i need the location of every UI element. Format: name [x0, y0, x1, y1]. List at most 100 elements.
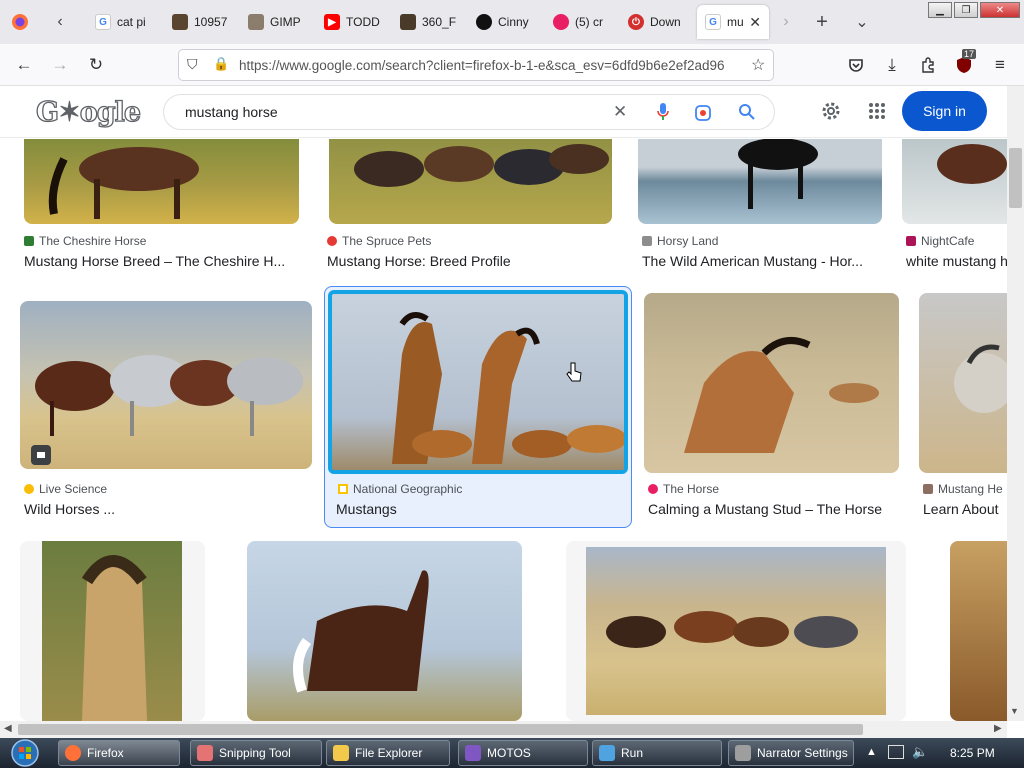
- result-image[interactable]: [919, 293, 1007, 473]
- source-label: The Spruce Pets: [342, 234, 432, 248]
- bookmark-star-icon[interactable]: ☆: [751, 55, 765, 75]
- result-title[interactable]: Mustangs: [336, 501, 626, 517]
- result-title[interactable]: white mustang h: [906, 253, 1007, 269]
- taskbar-file-explorer[interactable]: File Explorer: [326, 740, 450, 766]
- result-source[interactable]: Horsy Land: [642, 234, 886, 248]
- tab-label: Down: [650, 15, 681, 29]
- result-image[interactable]: [638, 139, 882, 224]
- tab-360f[interactable]: 360_F: [400, 5, 470, 39]
- result-title[interactable]: Wild Horses ...: [24, 501, 312, 517]
- tab-5-cr[interactable]: (5) cr: [553, 5, 623, 39]
- address-bar[interactable]: ⛉ 🔒 https://www.google.com/search?client…: [178, 49, 774, 81]
- lock-icon[interactable]: 🔒: [213, 56, 229, 72]
- vertical-scroll-thumb[interactable]: [1009, 148, 1022, 208]
- start-button[interactable]: [6, 738, 44, 768]
- show-hidden-icons-icon[interactable]: ▲: [866, 746, 877, 758]
- result-image[interactable]: [950, 541, 1007, 721]
- google-logo[interactable]: G✶ogle: [35, 96, 141, 128]
- horizontal-scrollbar[interactable]: ◀ ▶: [0, 721, 1007, 738]
- close-tab-icon[interactable]: ✕: [749, 14, 761, 31]
- taskbar-firefox[interactable]: Firefox: [58, 740, 180, 766]
- result-source[interactable]: Mustang He: [923, 482, 1007, 496]
- taskbar-label: Firefox: [87, 746, 124, 760]
- google-icon: G: [95, 14, 111, 30]
- list-tabs-icon[interactable]: ⌄: [850, 10, 874, 34]
- scroll-right-arrow-icon[interactable]: ▶: [994, 723, 1002, 734]
- search-input[interactable]: mustang horse: [185, 104, 278, 120]
- maximize-icon[interactable]: ❐: [954, 2, 978, 18]
- result-title[interactable]: Mustang Horse Breed – The Cheshire H...: [24, 253, 299, 269]
- back-icon[interactable]: ←: [12, 53, 36, 77]
- tab-label: cat pi: [117, 15, 146, 29]
- result-image[interactable]: [902, 139, 1007, 224]
- result-image[interactable]: [20, 541, 205, 721]
- result-image[interactable]: [20, 301, 312, 469]
- tab-10957[interactable]: 10957: [172, 5, 242, 39]
- scroll-left-arrow-icon[interactable]: ◀: [4, 723, 12, 734]
- source-label: Live Science: [39, 482, 108, 496]
- tab-gimp[interactable]: GIMP: [248, 5, 318, 39]
- taskbar-run[interactable]: Run: [592, 740, 722, 766]
- tab-todd[interactable]: ▶ TODD: [324, 5, 394, 39]
- result-image[interactable]: [644, 293, 899, 473]
- downloads-icon[interactable]: ⤓: [880, 53, 904, 77]
- result-title[interactable]: Learn About: [923, 501, 1007, 517]
- settings-gear-icon[interactable]: [820, 100, 842, 127]
- result-title[interactable]: Mustang Horse: Breed Profile: [327, 253, 610, 269]
- reload-icon[interactable]: ↻: [84, 53, 108, 77]
- result-image[interactable]: [566, 541, 906, 721]
- result-source[interactable]: The Spruce Pets: [327, 234, 610, 248]
- scroll-down-arrow-icon[interactable]: ▼: [1010, 706, 1019, 716]
- tab-label: 10957: [194, 15, 228, 29]
- site-favicon-icon: [648, 484, 658, 494]
- forward-icon[interactable]: →: [48, 53, 72, 77]
- minimize-icon[interactable]: ▁: [928, 2, 952, 18]
- taskbar-label: Snipping Tool: [219, 746, 291, 760]
- tab-label: (5) cr: [575, 15, 603, 29]
- result-source[interactable]: Live Science: [24, 482, 312, 496]
- tab-scroll-right-icon[interactable]: ›: [774, 10, 798, 34]
- tab-cat-pi[interactable]: G cat pi: [95, 5, 165, 39]
- voice-search-icon[interactable]: [656, 102, 670, 127]
- taskbar-motos[interactable]: MOTOS: [458, 740, 588, 766]
- hamburger-menu-icon[interactable]: ≡: [988, 53, 1012, 77]
- tab-scroll-left-icon[interactable]: ‹: [48, 10, 72, 34]
- firefox-menu-icon[interactable]: [8, 10, 32, 34]
- result-source[interactable]: The Horse: [648, 482, 899, 496]
- result-image[interactable]: [247, 541, 522, 721]
- source-label: The Horse: [663, 482, 720, 496]
- result-title[interactable]: Calming a Mustang Stud – The Horse: [648, 501, 899, 517]
- search-icon[interactable]: [738, 103, 756, 126]
- close-window-icon[interactable]: ✕: [980, 2, 1020, 18]
- extensions-icon[interactable]: [916, 53, 940, 77]
- site-favicon-icon: [923, 484, 933, 494]
- horizontal-scroll-thumb[interactable]: [18, 724, 863, 735]
- search-box[interactable]: mustang horse ✕: [163, 94, 775, 130]
- result-image[interactable]: [329, 139, 612, 224]
- tracking-shield-icon[interactable]: ⛉: [187, 56, 198, 73]
- tab-mustang-active[interactable]: G mu ✕: [697, 5, 769, 39]
- result-image[interactable]: [24, 139, 299, 224]
- taskbar-clock[interactable]: 8:25 PM: [950, 746, 995, 760]
- image-results-grid: The Cheshire Horse Mustang Horse Breed –…: [0, 139, 1007, 721]
- result-source[interactable]: The Cheshire Horse: [24, 234, 299, 248]
- new-tab-icon[interactable]: +: [810, 10, 834, 34]
- ublock-extension-icon[interactable]: 17: [952, 49, 977, 77]
- taskbar-narrator-settings[interactable]: Narrator Settings: [728, 740, 854, 766]
- google-apps-icon[interactable]: [868, 102, 886, 125]
- vertical-scrollbar[interactable]: ▼: [1007, 86, 1024, 721]
- result-title[interactable]: The Wild American Mustang - Hor...: [642, 253, 880, 269]
- tab-down[interactable]: ⏻ Down: [628, 5, 698, 39]
- pocket-icon[interactable]: [844, 53, 868, 77]
- lens-search-icon[interactable]: [694, 104, 712, 127]
- volume-muted-icon[interactable]: 🔈: [912, 744, 928, 760]
- taskbar-snipping-tool[interactable]: Snipping Tool: [190, 740, 322, 766]
- tab-cinny[interactable]: Cinny: [476, 5, 546, 39]
- result-image-selected[interactable]: [328, 290, 628, 474]
- result-source[interactable]: NightCafe: [906, 234, 1007, 248]
- sign-in-button[interactable]: Sign in: [902, 91, 987, 131]
- network-icon[interactable]: [888, 745, 904, 759]
- clear-search-icon[interactable]: ✕: [613, 102, 627, 122]
- result-source[interactable]: National Geographic: [338, 482, 628, 496]
- url-text: https://www.google.com/search?client=fir…: [239, 58, 725, 73]
